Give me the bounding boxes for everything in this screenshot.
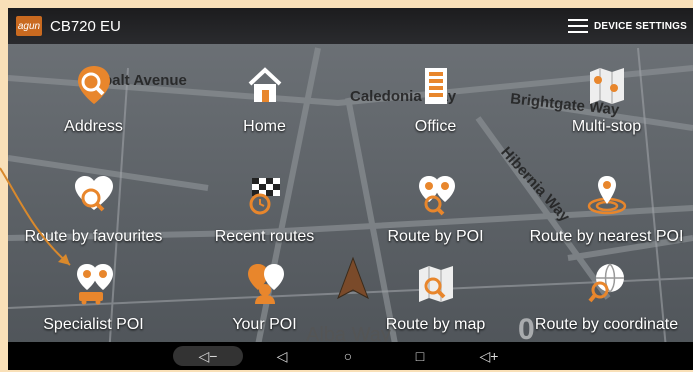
tile-label: Specialist POI bbox=[43, 316, 144, 333]
tile-label: Recent routes bbox=[214, 228, 315, 245]
map-search-icon bbox=[418, 266, 453, 302]
recents-icon: □ bbox=[415, 348, 425, 364]
office-tile[interactable]: Office bbox=[350, 58, 521, 142]
device-screen: Cobalt Avenue Caledonia Way Brightgate W… bbox=[8, 8, 693, 370]
brand-logo: agun bbox=[16, 16, 42, 36]
tile-label: Multi-stop bbox=[571, 118, 642, 135]
globe-search-icon bbox=[587, 263, 624, 303]
device-settings-button[interactable]: DEVICE SETTINGS bbox=[567, 14, 687, 38]
specialist-poi-icon bbox=[76, 264, 113, 305]
address-tile[interactable]: Address bbox=[8, 58, 179, 142]
back-icon: ◁ bbox=[276, 347, 288, 364]
home-icon bbox=[248, 67, 281, 102]
route-by-map-tile[interactable]: Route by map bbox=[350, 256, 521, 340]
volume-up-icon: ◁+ bbox=[479, 347, 499, 364]
checkered-flag-history-icon bbox=[249, 178, 280, 215]
specialist-poi-tile[interactable]: Specialist POI bbox=[8, 256, 179, 340]
poi-search-icon bbox=[418, 176, 455, 216]
home-tile[interactable]: Home bbox=[179, 58, 350, 142]
tile-label: Address bbox=[64, 118, 123, 135]
nearest-poi-icon bbox=[587, 176, 626, 215]
tile-label: Route by nearest POI bbox=[529, 228, 684, 245]
route-by-poi-tile[interactable]: Route by POI bbox=[350, 168, 521, 252]
system-nav-bar: ◁− ◁ ○ □ ◁+ bbox=[8, 342, 693, 370]
recent-routes-tile[interactable]: Recent routes bbox=[179, 168, 350, 252]
home-button[interactable]: ○ bbox=[336, 346, 360, 366]
route-by-nearest-poi-tile[interactable]: Route by nearest POI bbox=[521, 168, 692, 252]
device-settings-label: DEVICE SETTINGS bbox=[593, 20, 687, 32]
multi-stop-tile[interactable]: Multi-stop bbox=[521, 58, 692, 142]
tile-label: Route by POI bbox=[387, 228, 484, 245]
address-search-icon bbox=[77, 66, 110, 104]
screenshot-frame: Cobalt Avenue Caledonia Way Brightgate W… bbox=[0, 0, 693, 372]
home-circle-icon: ○ bbox=[343, 348, 353, 364]
app-title: CB720 EU bbox=[50, 17, 121, 35]
tile-label: Home bbox=[243, 118, 286, 135]
multi-stop-map-icon bbox=[589, 68, 624, 104]
recents-button[interactable]: □ bbox=[408, 346, 432, 366]
tile-label: Office bbox=[414, 118, 457, 135]
office-building-icon bbox=[424, 68, 447, 104]
route-by-favourites-tile[interactable]: Route by favourites bbox=[8, 168, 179, 252]
volume-down-icon: ◁− bbox=[198, 347, 218, 364]
tile-label: Your POI bbox=[232, 316, 297, 333]
volume-up-button[interactable]: ◁+ bbox=[473, 346, 505, 366]
heart-search-icon bbox=[74, 176, 113, 212]
your-poi-tile[interactable]: Your POI bbox=[179, 256, 350, 340]
your-poi-icon bbox=[247, 264, 284, 304]
tile-label: Route by favourites bbox=[24, 228, 163, 245]
tile-label: Route by map bbox=[385, 316, 486, 333]
top-bar: agun CB720 EU DEVICE SETTINGS bbox=[8, 8, 693, 44]
menu-icon bbox=[567, 19, 588, 33]
back-button[interactable]: ◁ bbox=[270, 346, 294, 366]
volume-down-button[interactable]: ◁− bbox=[173, 346, 243, 366]
